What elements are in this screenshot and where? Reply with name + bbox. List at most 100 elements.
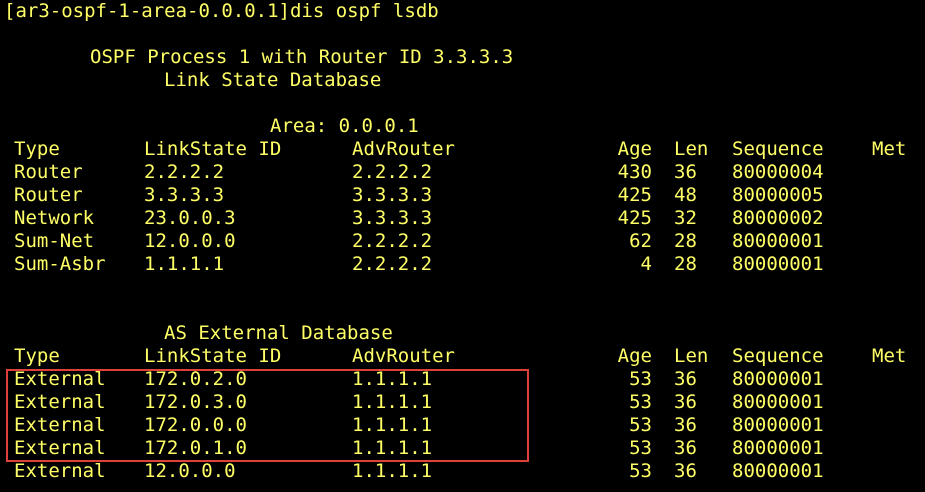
area-label: Area: bbox=[270, 115, 328, 137]
cell-linkstate-id: 12.0.0.0 bbox=[144, 460, 236, 482]
cell-linkstate-id: 172.0.3.0 bbox=[144, 391, 247, 413]
cli-prompt: [ar3-ospf-1-area-0.0.0.1] bbox=[4, 0, 290, 22]
col-header-metric: Met bbox=[872, 138, 907, 160]
cell-len: 28 bbox=[674, 230, 697, 252]
cell-linkstate-id: 1.1.1.1 bbox=[144, 253, 225, 275]
table-row: External 12.0.0.0 1.1.1.1 53 36 80000001 bbox=[4, 460, 925, 483]
cell-len: 32 bbox=[674, 207, 697, 229]
col-header-type: Type bbox=[14, 345, 60, 367]
cell-type: External bbox=[14, 391, 106, 413]
cell-advrouter: 1.1.1.1 bbox=[352, 460, 433, 482]
cell-len: 36 bbox=[674, 437, 697, 459]
col-header-age: Age bbox=[617, 138, 652, 160]
external-table-body: External 172.0.2.0 1.1.1.1 53 36 80000001 Exte… bbox=[4, 368, 925, 483]
area-value: 0.0.0.1 bbox=[338, 115, 419, 137]
cell-age: 430 bbox=[617, 161, 652, 183]
col-header-lsid: LinkState ID bbox=[144, 138, 282, 160]
cell-sequence: 80000001 bbox=[732, 368, 824, 390]
cell-type: Router bbox=[14, 161, 83, 183]
external-table-header: Type LinkState ID AdvRouter Age Len Sequence M… bbox=[4, 345, 925, 368]
cell-advrouter: 2.2.2.2 bbox=[352, 161, 433, 183]
area-table-header: Type LinkState ID AdvRouter Age Len Sequence M… bbox=[4, 138, 925, 161]
col-header-advrouter: AdvRouter bbox=[352, 138, 455, 160]
cell-advrouter: 1.1.1.1 bbox=[352, 414, 433, 436]
table-row: Router 2.2.2.2 2.2.2.2 430 36 80000004 bbox=[4, 161, 925, 184]
cell-len: 36 bbox=[674, 161, 697, 183]
table-row: Router 3.3.3.3 3.3.3.3 425 48 80000005 bbox=[4, 184, 925, 207]
col-header-age: Age bbox=[617, 345, 652, 367]
cell-type: External bbox=[14, 368, 106, 390]
cell-sequence: 80000001 bbox=[732, 460, 824, 482]
cell-type: Sum-Net bbox=[14, 230, 95, 252]
col-header-sequence: Sequence bbox=[732, 345, 824, 367]
table-row: Network 23.0.0.3 3.3.3.3 425 32 80000002 bbox=[4, 207, 925, 230]
table-row: External 172.0.2.0 1.1.1.1 53 36 80000001 bbox=[4, 368, 925, 391]
cell-sequence: 80000002 bbox=[732, 207, 824, 229]
col-header-type: Type bbox=[14, 138, 60, 160]
cell-age: 53 bbox=[629, 368, 652, 390]
cell-sequence: 80000001 bbox=[732, 230, 824, 252]
cell-age: 53 bbox=[629, 460, 652, 482]
cell-advrouter: 2.2.2.2 bbox=[352, 230, 433, 252]
cell-linkstate-id: 23.0.0.3 bbox=[144, 207, 236, 229]
table-row: Sum-Net 12.0.0.0 2.2.2.2 62 28 80000001 bbox=[4, 230, 925, 253]
cell-type: External bbox=[14, 414, 106, 436]
external-database-title: AS External Database bbox=[164, 322, 393, 344]
cell-linkstate-id: 12.0.0.0 bbox=[144, 230, 236, 252]
cell-sequence: 80000001 bbox=[732, 414, 824, 436]
cell-len: 36 bbox=[674, 391, 697, 413]
cell-type: Network bbox=[14, 207, 95, 229]
cell-linkstate-id: 172.0.2.0 bbox=[144, 368, 247, 390]
cell-len: 36 bbox=[674, 414, 697, 436]
cell-age: 4 bbox=[640, 253, 652, 275]
cell-age: 425 bbox=[617, 184, 652, 206]
cell-type: External bbox=[14, 460, 106, 482]
cell-advrouter: 3.3.3.3 bbox=[352, 184, 433, 206]
area-table-body: Router 2.2.2.2 2.2.2.2 430 36 80000004 Router 3… bbox=[4, 161, 925, 276]
cell-advrouter: 3.3.3.3 bbox=[352, 207, 433, 229]
cell-sequence: 80000001 bbox=[732, 391, 824, 413]
process-title: OSPF Process 1 with Router ID 3.3.3.3 bbox=[90, 46, 514, 68]
table-row: External 172.0.1.0 1.1.1.1 53 36 80000001 bbox=[4, 437, 925, 460]
cell-sequence: 80000001 bbox=[732, 253, 824, 275]
terminal-window[interactable]: [ar3-ospf-1-area-0.0.0.1]dis ospf lsdb O… bbox=[0, 0, 925, 492]
cell-sequence: 80000005 bbox=[732, 184, 824, 206]
cell-advrouter: 1.1.1.1 bbox=[352, 391, 433, 413]
area-line: Area: 0.0.0.1 bbox=[4, 115, 925, 138]
col-header-len: Len bbox=[674, 138, 709, 160]
col-header-advrouter: AdvRouter bbox=[352, 345, 455, 367]
cell-len: 36 bbox=[674, 368, 697, 390]
cell-age: 53 bbox=[629, 391, 652, 413]
cell-linkstate-id: 3.3.3.3 bbox=[144, 184, 225, 206]
cell-age: 425 bbox=[617, 207, 652, 229]
cell-len: 48 bbox=[674, 184, 697, 206]
cell-age: 53 bbox=[629, 414, 652, 436]
cell-type: Sum-Asbr bbox=[14, 253, 106, 275]
cell-linkstate-id: 172.0.0.0 bbox=[144, 414, 247, 436]
cell-linkstate-id: 172.0.1.0 bbox=[144, 437, 247, 459]
cell-linkstate-id: 2.2.2.2 bbox=[144, 161, 225, 183]
cell-age: 62 bbox=[629, 230, 652, 252]
col-header-len: Len bbox=[674, 345, 709, 367]
database-title: Link State Database bbox=[164, 69, 382, 91]
cell-advrouter: 1.1.1.1 bbox=[352, 368, 433, 390]
command-line: [ar3-ospf-1-area-0.0.0.1]dis ospf lsdb bbox=[4, 0, 925, 23]
table-row: External 172.0.0.0 1.1.1.1 53 36 80000001 bbox=[4, 414, 925, 437]
table-row: Sum-Asbr 1.1.1.1 2.2.2.2 4 28 80000001 bbox=[4, 253, 925, 276]
col-header-metric: Met bbox=[872, 345, 907, 367]
col-header-sequence: Sequence bbox=[732, 138, 824, 160]
cell-type: Router bbox=[14, 184, 83, 206]
col-header-lsid: LinkState ID bbox=[144, 345, 282, 367]
cell-advrouter: 2.2.2.2 bbox=[352, 253, 433, 275]
cell-type: External bbox=[14, 437, 106, 459]
cell-sequence: 80000001 bbox=[732, 437, 824, 459]
cli-command: dis ospf lsdb bbox=[289, 0, 439, 22]
cell-age: 53 bbox=[629, 437, 652, 459]
cell-len: 36 bbox=[674, 460, 697, 482]
table-row: External 172.0.3.0 1.1.1.1 53 36 80000001 bbox=[4, 391, 925, 414]
cell-advrouter: 1.1.1.1 bbox=[352, 437, 433, 459]
cell-sequence: 80000004 bbox=[732, 161, 824, 183]
